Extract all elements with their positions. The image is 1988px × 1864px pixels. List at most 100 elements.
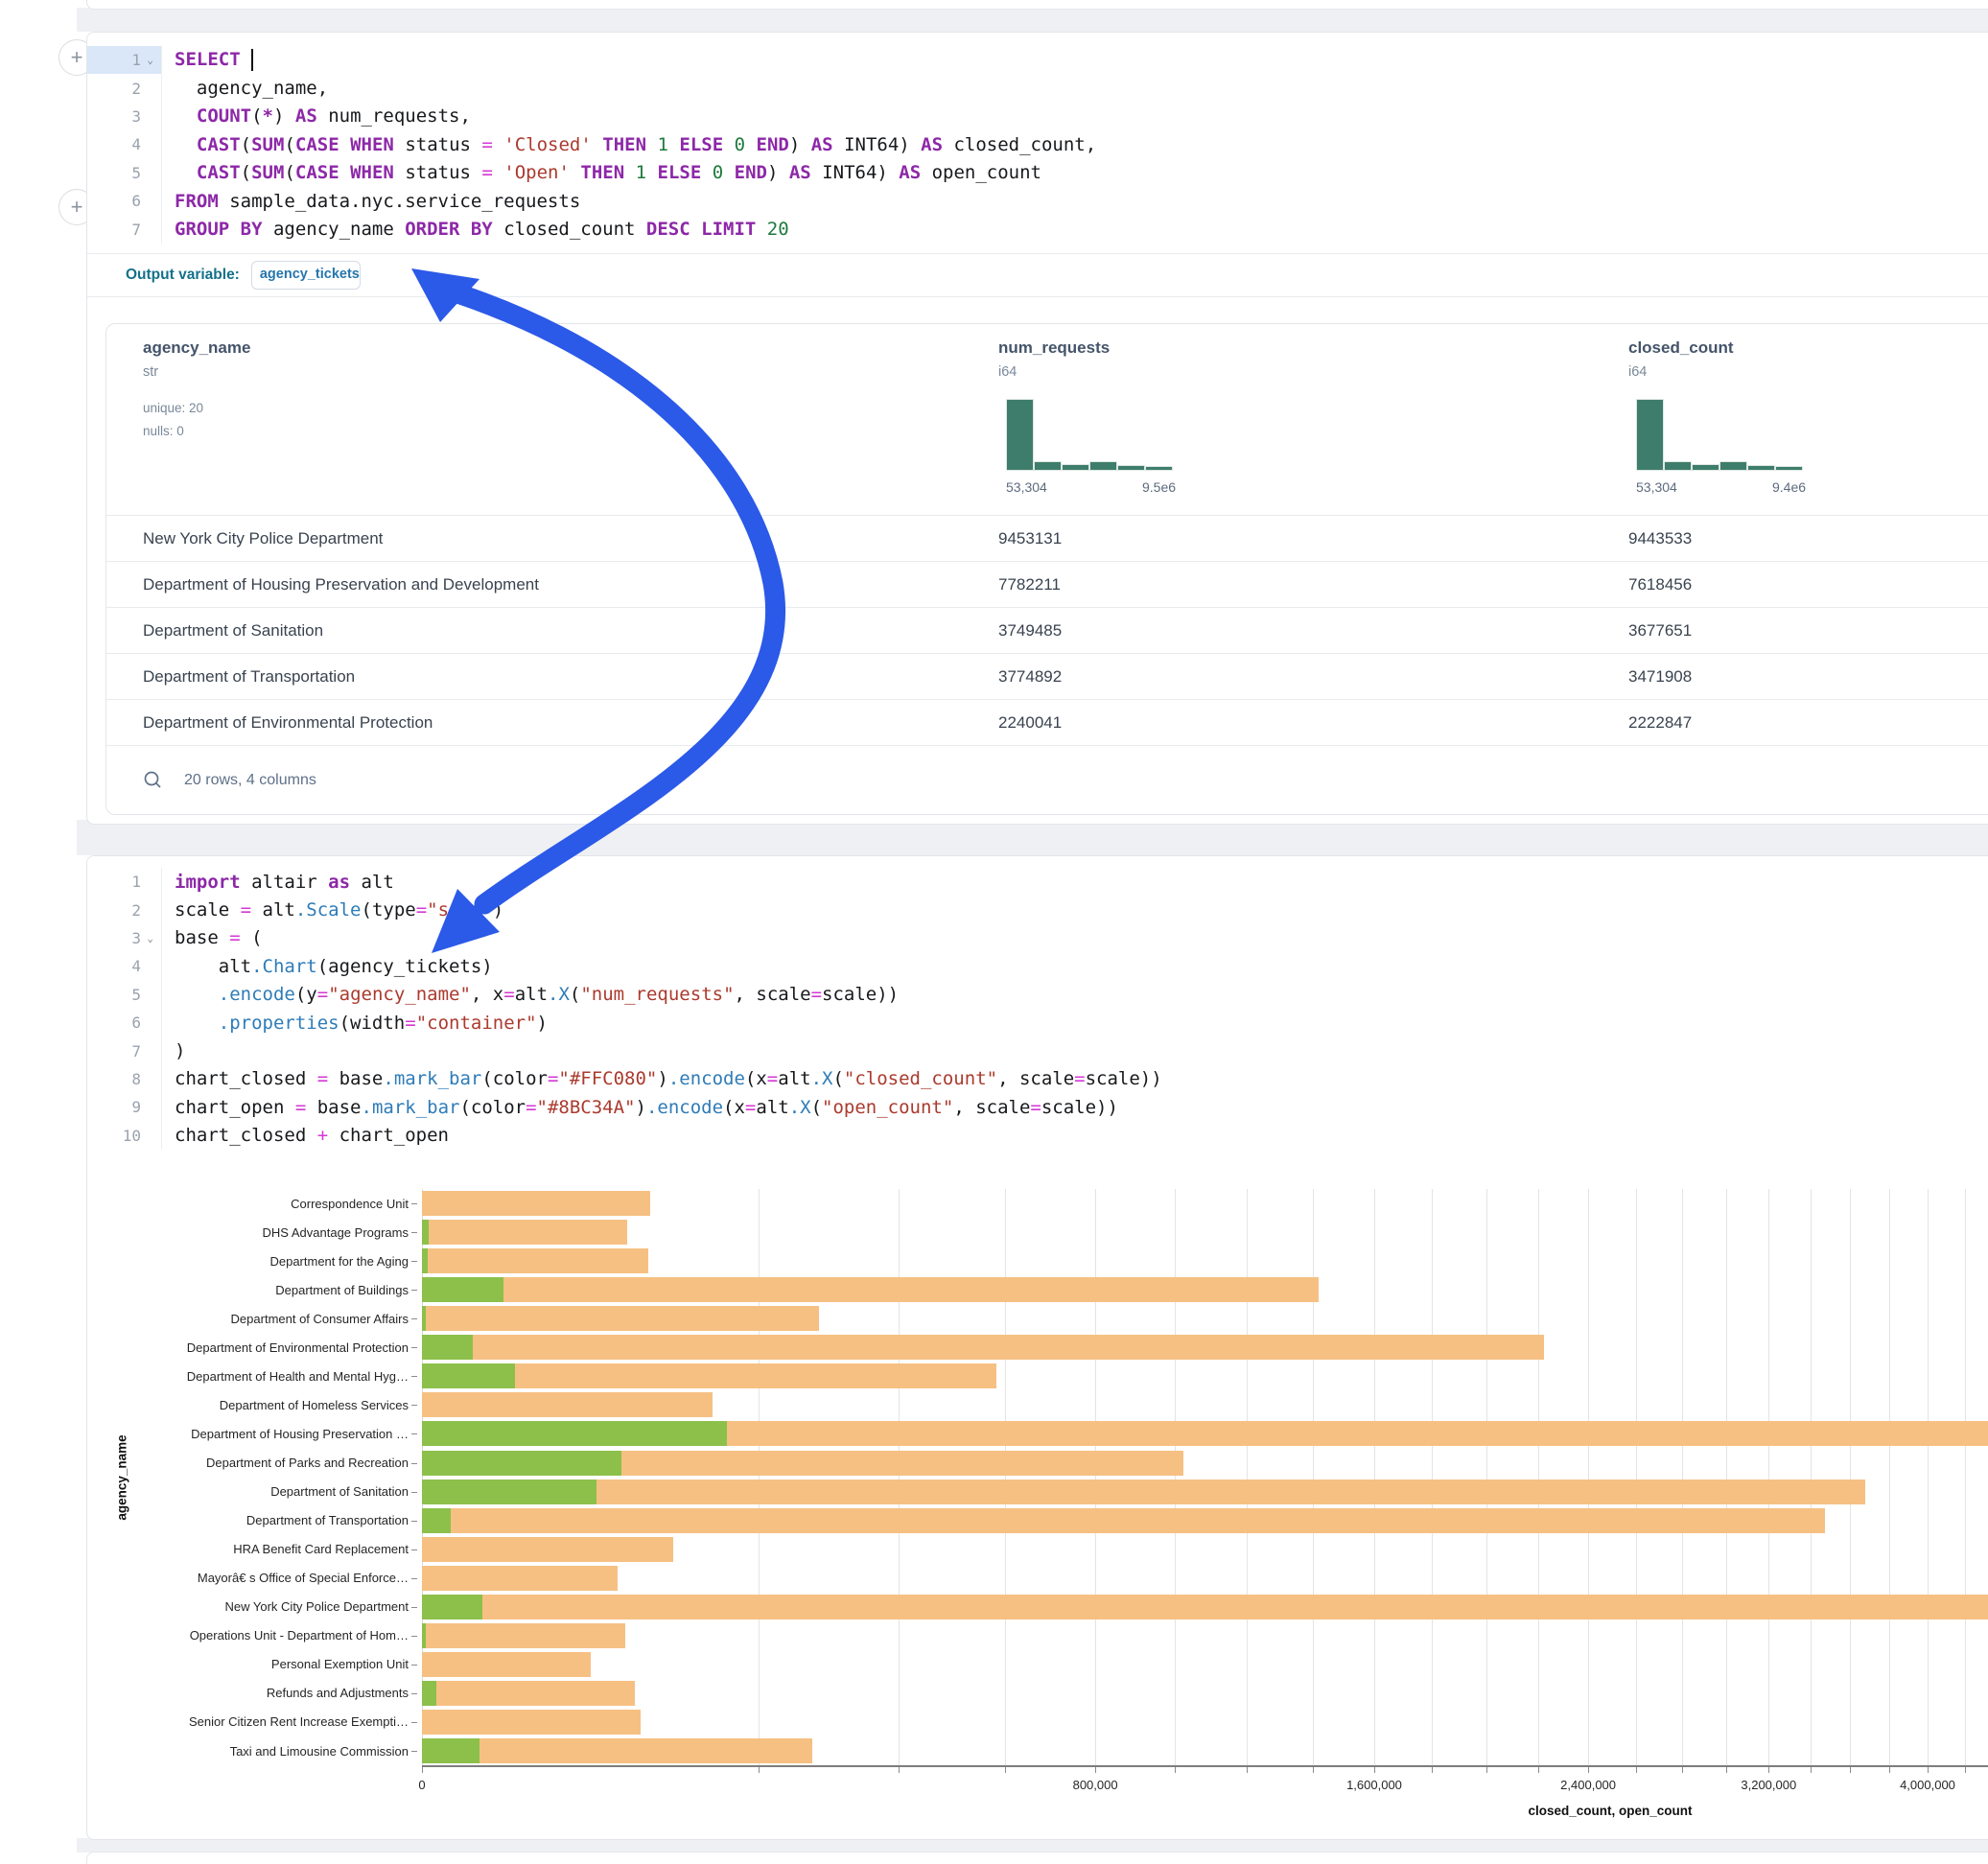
fold-chevron-icon[interactable]: ⌄ [144, 54, 153, 66]
bar-closed-count[interactable] [422, 1595, 1988, 1619]
column-stats: nulls: 0 [143, 424, 184, 438]
table-row[interactable]: Department of Transportation 3774892 34719… [106, 653, 1988, 700]
line-number: 10 [87, 1122, 162, 1150]
histogram-bar [1775, 466, 1803, 471]
x-axis-tick [1889, 1767, 1890, 1773]
bar-closed-count[interactable] [422, 1248, 648, 1273]
search-icon[interactable] [143, 770, 163, 790]
bar-open-count[interactable] [422, 1508, 451, 1533]
code-text: chart_closed + chart_open [162, 1125, 449, 1146]
bar-closed-count[interactable] [422, 1306, 819, 1331]
gridline [1374, 1189, 1375, 1765]
histogram-bar [1089, 461, 1117, 471]
bar-closed-count[interactable] [422, 1480, 1865, 1504]
gridline [1811, 1189, 1812, 1765]
code-line[interactable]: 7GROUP BY agency_name ORDER BY closed_co… [87, 215, 1988, 243]
x-axis-tick [899, 1767, 900, 1773]
code-line[interactable]: 7) [87, 1037, 1988, 1064]
code-line[interactable]: 6FROM sample_data.nyc.service_requests [87, 187, 1988, 215]
gridline [1005, 1189, 1006, 1765]
sql-code-editor[interactable]: 1⌄SELECT 2 agency_name,3 COUNT(*) AS num… [87, 46, 1988, 244]
bar-closed-count[interactable] [422, 1623, 625, 1648]
bar-closed-count[interactable] [422, 1335, 1544, 1360]
code-line[interactable]: 4 alt.Chart(agency_tickets) [87, 952, 1988, 980]
code-text: CAST(SUM(CASE WHEN status = 'Closed' THE… [162, 134, 1096, 155]
code-text: base = ( [162, 927, 263, 948]
bar-open-count[interactable] [422, 1363, 515, 1388]
cell-gap-strip [77, 820, 1988, 855]
output-variable-pill[interactable]: agency_tickets [251, 261, 361, 290]
bar-open-count[interactable] [422, 1451, 621, 1476]
code-line[interactable]: 4 CAST(SUM(CASE WHEN status = 'Closed' T… [87, 130, 1988, 158]
bar-open-count[interactable] [422, 1421, 727, 1446]
code-line[interactable]: 2 agency_name, [87, 74, 1988, 102]
y-axis-tick [411, 1232, 417, 1233]
bar-closed-count[interactable] [422, 1738, 812, 1763]
bar-open-count[interactable] [422, 1681, 436, 1706]
bar-open-count[interactable] [422, 1248, 428, 1273]
x-axis-tick-label: 4,000,000 [1900, 1778, 1955, 1792]
bar-closed-count[interactable] [422, 1537, 673, 1562]
column-header[interactable]: num_requests [998, 338, 1110, 358]
table-cell: 3471908 [1628, 654, 1692, 700]
bar-closed-count[interactable] [422, 1508, 1825, 1533]
column-header[interactable]: agency_name [143, 338, 250, 358]
bar-open-count[interactable] [422, 1277, 503, 1302]
bar-open-count[interactable] [422, 1595, 482, 1619]
column-histogram[interactable] [1006, 399, 1173, 471]
y-axis-label: Department of Parks and Recreation [121, 1456, 409, 1470]
x-axis-tick-label: 1,600,000 [1346, 1778, 1402, 1792]
code-line[interactable]: 8chart_closed = base.mark_bar(color="#FF… [87, 1065, 1988, 1093]
y-axis-tick [411, 1492, 417, 1493]
table-row[interactable]: Department of Sanitation37494853677651 [106, 607, 1988, 654]
bar-open-count[interactable] [422, 1623, 426, 1648]
bar-closed-count[interactable] [422, 1220, 627, 1245]
code-text: agency_name, [162, 78, 328, 99]
x-axis-tick-label: 3,200,000 [1741, 1778, 1796, 1792]
y-axis-tick [411, 1722, 417, 1723]
x-axis-tick [1005, 1767, 1006, 1773]
table-cell: 3774892 [998, 654, 1062, 700]
table-cell: 7782211 [998, 562, 1061, 608]
bar-closed-count[interactable] [422, 1392, 713, 1417]
x-axis-domain-line [422, 1765, 1988, 1767]
y-axis-title: agency_name [115, 1434, 129, 1520]
column-histogram[interactable] [1636, 399, 1803, 471]
bar-closed-count[interactable] [422, 1277, 1319, 1302]
code-line[interactable]: 5 CAST(SUM(CASE WHEN status = 'Open' THE… [87, 159, 1988, 187]
fold-chevron-icon[interactable]: ⌄ [144, 932, 153, 944]
code-line[interactable]: 5 .encode(y="agency_name", x=alt.X("num_… [87, 981, 1988, 1009]
bar-closed-count[interactable] [422, 1652, 591, 1677]
bar-open-count[interactable] [422, 1480, 596, 1504]
bar-closed-count[interactable] [422, 1191, 650, 1216]
code-line[interactable]: 10chart_closed + chart_open [87, 1122, 1988, 1150]
code-line[interactable]: 3 COUNT(*) AS num_requests, [87, 103, 1988, 130]
gridline [1538, 1189, 1539, 1765]
bar-open-count[interactable] [422, 1738, 479, 1763]
histogram-min-label: 53,304 [1006, 479, 1047, 495]
y-axis-tick [411, 1203, 417, 1204]
table-cell: Department of Transportation [143, 654, 355, 700]
code-line[interactable]: 6 .properties(width="container") [87, 1009, 1988, 1037]
bar-open-count[interactable] [422, 1220, 429, 1245]
bar-open-count[interactable] [422, 1335, 473, 1360]
column-header[interactable]: closed_count [1628, 338, 1734, 358]
bar-closed-count[interactable] [422, 1710, 641, 1735]
table-cell: Department of Sanitation [143, 608, 323, 654]
python-code-editor[interactable]: 1import altair as alt2scale = alt.Scale(… [87, 868, 1988, 1150]
code-line[interactable]: 9chart_open = base.mark_bar(color="#8BC3… [87, 1093, 1988, 1121]
table-row[interactable]: Department of Environmental Protection22… [106, 699, 1988, 746]
y-axis-label: Department of Housing Preservation … [121, 1427, 409, 1441]
y-axis-tick [411, 1405, 417, 1406]
table-row[interactable]: Department of Housing Preservation and D… [106, 561, 1988, 608]
code-line[interactable]: 3⌄base = ( [87, 924, 1988, 952]
bar-closed-count[interactable] [422, 1566, 618, 1591]
bar-closed-count[interactable] [422, 1681, 635, 1706]
table-row[interactable]: New York City Police Department945313194… [106, 515, 1988, 562]
code-line[interactable]: 1⌄SELECT [87, 46, 1988, 74]
bar-open-count[interactable] [422, 1306, 426, 1331]
code-line[interactable]: 1import altair as alt [87, 868, 1988, 896]
code-line[interactable]: 2scale = alt.Scale(type="sqrt") [87, 896, 1988, 923]
x-axis-tick [1928, 1767, 1929, 1773]
y-axis-tick [411, 1433, 417, 1434]
